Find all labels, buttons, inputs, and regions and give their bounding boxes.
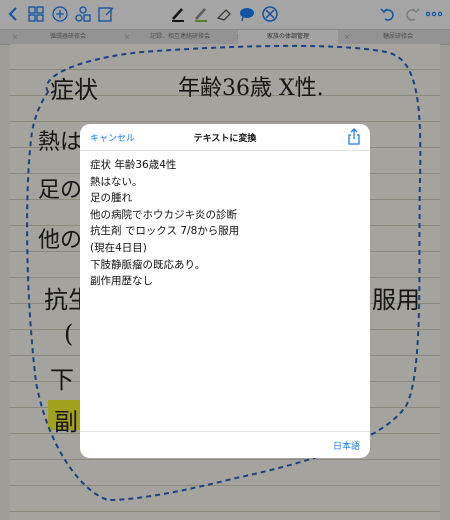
text-line: 副作用歴なし <box>90 275 153 288</box>
dialog-header: キャンセル テキストに変換 <box>80 124 370 151</box>
text-line: 他の病院でホウカジキ炎の診断 <box>90 208 237 221</box>
converted-text[interactable]: 症状 年齢36歳4性 熱はない。 足の腫れ 他の病院でホウカジキ炎の診断 抗生剤… <box>90 157 360 290</box>
dialog-footer: 日本語 <box>80 431 370 458</box>
text-line: 症状 年齢36歳4性 <box>90 159 177 171</box>
text-line: 抗生剤 でロックス 7/8から服用 <box>90 225 240 238</box>
convert-text-dialog: キャンセル テキストに変換 症状 年齢36歳4性 熱はない。 足の腫れ 他の病院… <box>80 124 370 458</box>
text-line: 足の腫れ <box>90 192 132 205</box>
text-line: 熱はない。 <box>90 175 143 188</box>
text-line: (現在4日目) <box>90 241 147 254</box>
share-icon[interactable] <box>346 128 362 146</box>
language-button[interactable]: 日本語 <box>333 439 360 452</box>
text-line: 下肢静脈瘤の既応あり。 <box>90 258 206 271</box>
dialog-title: テキストに変換 <box>193 134 257 144</box>
